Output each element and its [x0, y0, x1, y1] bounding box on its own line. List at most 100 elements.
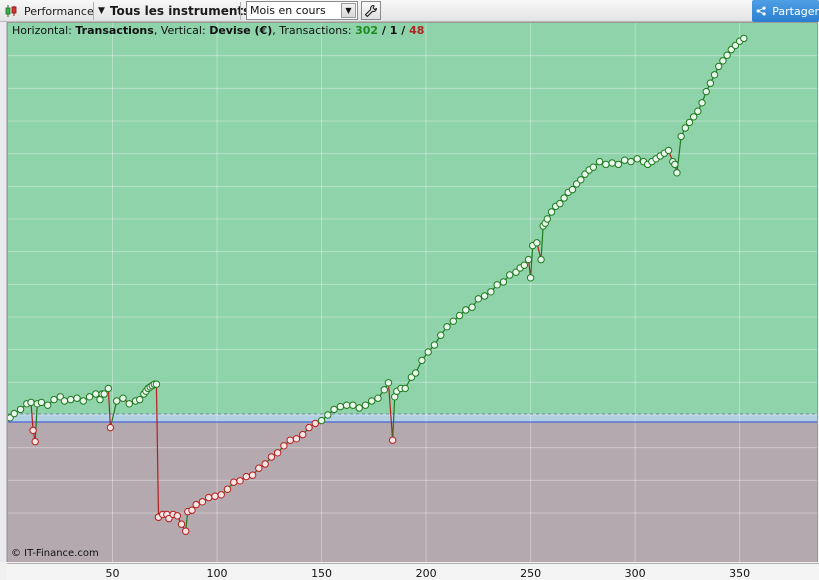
settings-wrench-button[interactable] [361, 1, 381, 20]
trade-point [177, 520, 186, 528]
trade-point [317, 416, 326, 425]
trade-point [560, 194, 568, 202]
trade-point [204, 493, 213, 502]
trade-point [589, 163, 598, 171]
trade-point [73, 394, 81, 402]
trade-point [493, 281, 501, 289]
trade-point [526, 274, 535, 282]
trade-point [104, 384, 113, 393]
trade-point [29, 426, 37, 435]
trade-point [236, 477, 244, 485]
x-tick-label: 50 [105, 567, 120, 580]
trade-point [336, 402, 345, 411]
trade-point [374, 394, 382, 402]
trade-point [368, 397, 376, 405]
trade-point [261, 460, 269, 468]
trade-point [125, 400, 133, 408]
trade-point [677, 132, 685, 141]
instruments-dropdown[interactable]: ▼ Tous les instruments [98, 2, 250, 20]
trade-point [595, 157, 604, 166]
trade-point [198, 498, 207, 506]
trade-point [31, 437, 39, 446]
trade-point [411, 369, 420, 377]
trade-point [50, 395, 58, 404]
trade-point [60, 397, 69, 405]
trade-point [673, 169, 681, 177]
trade-point [681, 124, 690, 132]
info-transactions-prefix: , Transactions: [272, 24, 356, 37]
trade-point [506, 271, 514, 279]
trade-point [702, 87, 710, 96]
caret-down-icon: ▼ [98, 6, 105, 16]
x-tick-label: 150 [311, 567, 333, 580]
profit-zone [8, 23, 817, 422]
trade-point [455, 311, 464, 320]
trade-point [248, 471, 257, 479]
trade-point [710, 71, 719, 79]
trade-point [92, 390, 100, 398]
performance-label: Performance [24, 4, 94, 18]
period-select[interactable]: Mois en cours ▼ [246, 1, 358, 20]
copyright-label: © IT-Finance.com [11, 548, 99, 559]
toolbar-divider [240, 2, 241, 20]
share-button[interactable]: Partager [752, 0, 819, 22]
trade-point [230, 478, 238, 486]
loss-zone [8, 422, 817, 562]
trade-point [384, 379, 393, 387]
x-tick-label: 100 [206, 567, 228, 580]
trade-point [664, 146, 673, 155]
trade-point [113, 397, 121, 405]
trade-point [602, 160, 610, 169]
trade-point [255, 464, 263, 472]
x-axis: 50 100 150 200 250 300 350 [7, 563, 819, 580]
performance-tab[interactable]: Performance [4, 2, 94, 20]
trade-point [267, 453, 276, 461]
trade-point [443, 323, 451, 331]
trade-point [547, 208, 556, 216]
trade-point [10, 409, 18, 418]
trade-point [424, 348, 432, 356]
trade-point [614, 160, 623, 169]
info-horizontal-prefix: Horizontal: [12, 24, 76, 37]
info-horizontal-value: Transactions [75, 24, 154, 37]
trade-point [211, 492, 219, 500]
trade-point [715, 62, 723, 71]
chart-info-bar: Horizontal: Transactions, Vertical: Devi… [12, 24, 424, 37]
trade-point [462, 306, 470, 314]
toolbar: Performance ▼ Tous les instruments Mois … [0, 0, 819, 22]
equity-curve-chart[interactable] [8, 23, 817, 562]
trade-point [324, 411, 332, 419]
trade-point [520, 261, 529, 269]
info-vertical-value: Devise (€) [209, 24, 273, 37]
trade-point [689, 113, 698, 121]
trade-point [67, 395, 75, 404]
trade-point [388, 436, 397, 444]
trade-point [608, 159, 616, 167]
trade-point [437, 331, 445, 339]
trade-point [533, 239, 541, 247]
trade-point [135, 395, 144, 404]
trade-point [706, 79, 715, 87]
trade-point [671, 160, 679, 169]
trade-point [401, 384, 409, 393]
instruments-label: Tous les instruments [109, 4, 251, 18]
info-separator: / [397, 24, 410, 37]
wrench-icon [364, 4, 378, 17]
share-icon [756, 6, 766, 16]
trade-point [106, 423, 115, 432]
trade-point [537, 255, 545, 264]
trade-point [305, 423, 313, 432]
trade-point [37, 398, 46, 407]
trade-point [217, 491, 225, 499]
trade-point [380, 386, 388, 394]
trade-point [349, 401, 357, 409]
trade-point [418, 356, 426, 365]
trade-point [499, 278, 508, 286]
chevron-down-icon[interactable]: ▼ [341, 3, 356, 18]
trade-point [568, 185, 577, 194]
trade-point [292, 435, 301, 443]
trade-point [100, 390, 108, 398]
trade-point [299, 430, 307, 439]
trade-point [192, 500, 200, 509]
share-label: Partager [772, 4, 819, 18]
